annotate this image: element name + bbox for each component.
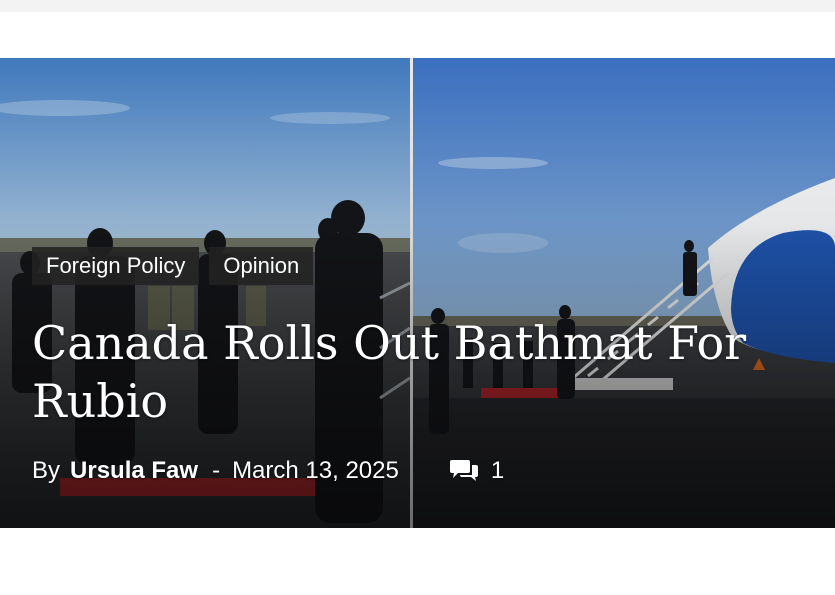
category-tags: Foreign Policy Opinion xyxy=(32,247,314,285)
top-bar xyxy=(0,0,835,12)
tag-foreign-policy[interactable]: Foreign Policy xyxy=(32,247,200,285)
byline-prefix: By xyxy=(32,457,61,484)
featured-article-card[interactable]: Foreign Policy Opinion Canada Rolls Out … xyxy=(0,58,835,528)
tag-opinion[interactable]: Opinion xyxy=(209,247,314,285)
article-headline[interactable]: Canada Rolls Out Bathmat For Rubio xyxy=(32,314,792,430)
author-link[interactable]: Ursula Faw xyxy=(70,457,198,485)
meta-separator: - xyxy=(212,457,221,484)
comments-link[interactable]: 1 xyxy=(449,457,504,485)
comment-count: 1 xyxy=(490,457,505,484)
comments-icon xyxy=(449,460,478,481)
article-meta: By Ursula Faw - March 13, 2025 1 xyxy=(32,454,504,488)
publish-date: March 13, 2025 xyxy=(232,457,399,484)
